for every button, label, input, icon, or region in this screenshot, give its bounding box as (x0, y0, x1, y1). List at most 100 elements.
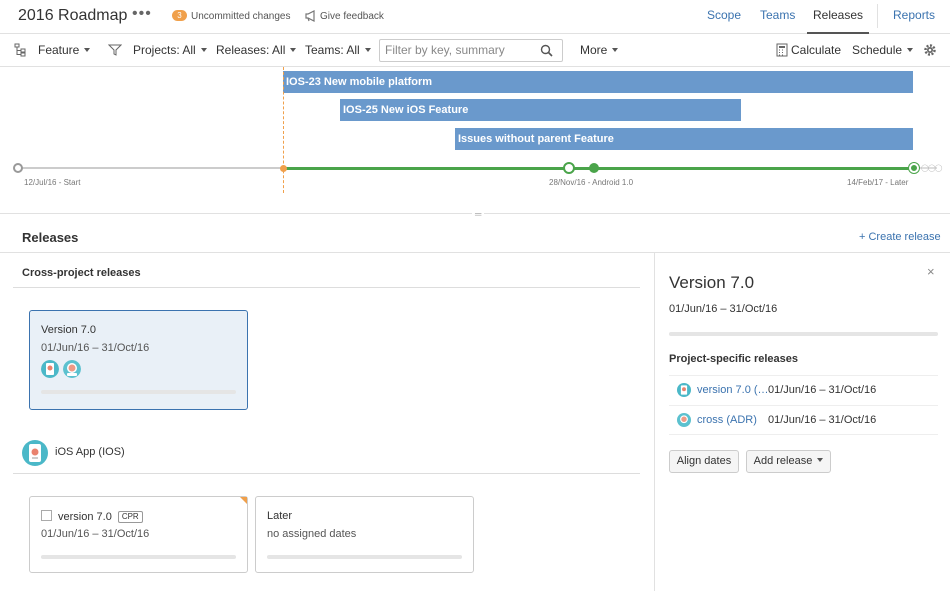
release-card-ios-version-7[interactable]: version 7.0 CPR 01/Jun/16 – 31/Oct/16 (29, 496, 248, 573)
roadmap-timeline: IOS-23 New mobile platform IOS-25 New iO… (0, 67, 950, 213)
cross-project-heading: Cross-project releases (22, 267, 141, 279)
today-marker-line (283, 67, 284, 193)
releases-filter[interactable]: Releases: All (216, 43, 297, 57)
release-card-dates: 01/Jun/16 – 31/Oct/16 (41, 528, 150, 540)
project-avatar-icon (63, 360, 81, 378)
chevron-down-icon (200, 48, 207, 52)
tab-scope[interactable]: Scope (707, 0, 741, 34)
tab-releases[interactable]: Releases (807, 0, 869, 34)
project-name: iOS App (IOS) (55, 446, 125, 458)
cpr-badge: CPR (117, 511, 143, 523)
projects-filter-label: Projects: All (133, 43, 196, 57)
chevron-down-icon (907, 48, 914, 52)
timeline-overflow-icon: ◯◯◯ (921, 165, 942, 172)
releases-heading: Releases (22, 230, 79, 245)
tab-teams[interactable]: Teams (760, 0, 795, 34)
releases-filter-label: Releases: All (216, 43, 286, 57)
timeline-end-label: 14/Feb/17 - Later (847, 178, 909, 187)
project-avatar-icon (41, 360, 59, 378)
section-divider (13, 287, 640, 288)
calculator-icon (776, 43, 788, 57)
release-checkbox[interactable] (41, 510, 52, 521)
schedule-label: Schedule (852, 43, 903, 57)
releases-divider (0, 252, 950, 253)
uncommitted-changes-link[interactable]: Uncommitted changes (191, 11, 291, 22)
filter-icon (108, 44, 122, 56)
project-specific-heading: Project-specific releases (669, 353, 799, 365)
search-icon[interactable] (540, 44, 553, 57)
release-card-version-7[interactable]: Version 7.0 01/Jun/16 – 31/Oct/16 (29, 310, 248, 410)
schedule-dropdown[interactable]: Schedule (852, 43, 914, 57)
add-release-button[interactable]: Add release (746, 450, 831, 473)
chevron-down-icon (817, 458, 824, 462)
timeline-track-past (18, 167, 283, 169)
project-release-dates: 01/Jun/16 – 31/Oct/16 (768, 414, 877, 426)
timeline-mid-label: 28/Nov/16 - Android 1.0 (549, 178, 634, 187)
timeline-release-node[interactable] (563, 162, 575, 174)
release-card-later[interactable]: Later no assigned dates (255, 496, 474, 573)
release-card-dates: 01/Jun/16 – 31/Oct/16 (41, 342, 150, 354)
more-label: More (580, 43, 608, 57)
release-progress-bar (267, 555, 462, 559)
release-card-name: Version 7.0 (41, 324, 97, 336)
top-header: 2016 Roadmap ••• 3 Uncommitted changes G… (0, 0, 950, 34)
tab-reports[interactable]: Reports (893, 0, 935, 34)
megaphone-icon[interactable] (304, 9, 318, 23)
release-card-name: version 7.0 (58, 511, 112, 523)
drag-handle-icon[interactable]: ═ (472, 210, 485, 219)
teams-filter-label: Teams: All (305, 43, 360, 57)
add-release-label: Add release (753, 455, 813, 467)
timeline-start-label: 12/Jul/16 - Start (24, 178, 81, 187)
release-card-dates: no assigned dates (267, 528, 357, 540)
release-card-name: Later (267, 510, 293, 522)
release-progress-bar (41, 555, 236, 559)
toolbar: Feature Projects: All Releases: All Team… (0, 34, 950, 67)
detail-progress-bar (669, 332, 938, 336)
chevron-down-icon (290, 48, 297, 52)
project-avatar-icon (677, 383, 691, 397)
timeline-track-active (283, 167, 915, 170)
project-release-dates: 01/Jun/16 – 31/Oct/16 (768, 384, 877, 396)
timeline-bar-unparented[interactable]: Issues without parent Feature (455, 128, 913, 150)
release-progress-bar (41, 390, 236, 394)
give-feedback-link[interactable]: Give feedback (320, 11, 384, 22)
project-release-link[interactable]: version 7.0 (… (697, 384, 769, 396)
group-by-dropdown[interactable]: Feature (38, 43, 91, 57)
timeline-bar-ios-25[interactable]: IOS-25 New iOS Feature (340, 99, 741, 121)
group-by-label: Feature (38, 43, 80, 57)
plan-title: 2016 Roadmap (18, 7, 128, 24)
chevron-down-icon (84, 48, 91, 52)
timeline-start-node[interactable] (13, 163, 23, 173)
timeline-bar-ios-23[interactable]: IOS-23 New mobile platform (283, 71, 913, 93)
close-icon[interactable]: × (927, 264, 935, 279)
project-release-row: version 7.0 (… 01/Jun/16 – 31/Oct/16 (669, 375, 938, 405)
hierarchy-icon (14, 43, 26, 57)
section-divider (13, 473, 640, 474)
ios-app-project-icon (22, 440, 48, 466)
gear-icon[interactable] (923, 43, 937, 57)
nav-divider (877, 4, 878, 28)
chevron-down-icon (364, 48, 371, 52)
teams-filter[interactable]: Teams: All (305, 43, 371, 57)
more-options-icon[interactable]: ••• (132, 5, 152, 23)
timeline-end-node[interactable] (909, 163, 919, 173)
more-dropdown[interactable]: More (580, 43, 619, 57)
changes-count-badge[interactable]: 3 (172, 10, 187, 21)
align-dates-button[interactable]: Align dates (669, 450, 739, 473)
projects-filter[interactable]: Projects: All (133, 43, 207, 57)
detail-dates: 01/Jun/16 – 31/Oct/16 (669, 303, 778, 315)
release-card-name-row: version 7.0 CPR (41, 510, 143, 523)
project-release-link[interactable]: cross (ADR) (697, 414, 757, 426)
project-release-row: cross (ADR) 01/Jun/16 – 31/Oct/16 (669, 405, 938, 435)
warning-corner-icon (240, 497, 247, 504)
project-avatar-icon (677, 413, 691, 427)
detail-title: Version 7.0 (669, 273, 755, 292)
calculate-button[interactable]: Calculate (791, 43, 841, 57)
today-node (280, 165, 287, 172)
timeline-milestone-node[interactable] (589, 163, 599, 173)
filter-search-input[interactable] (385, 40, 540, 60)
chevron-down-icon (612, 48, 619, 52)
detail-panel-divider (654, 253, 655, 591)
filter-search-box (379, 39, 563, 62)
create-release-link[interactable]: + Create release (859, 231, 941, 243)
